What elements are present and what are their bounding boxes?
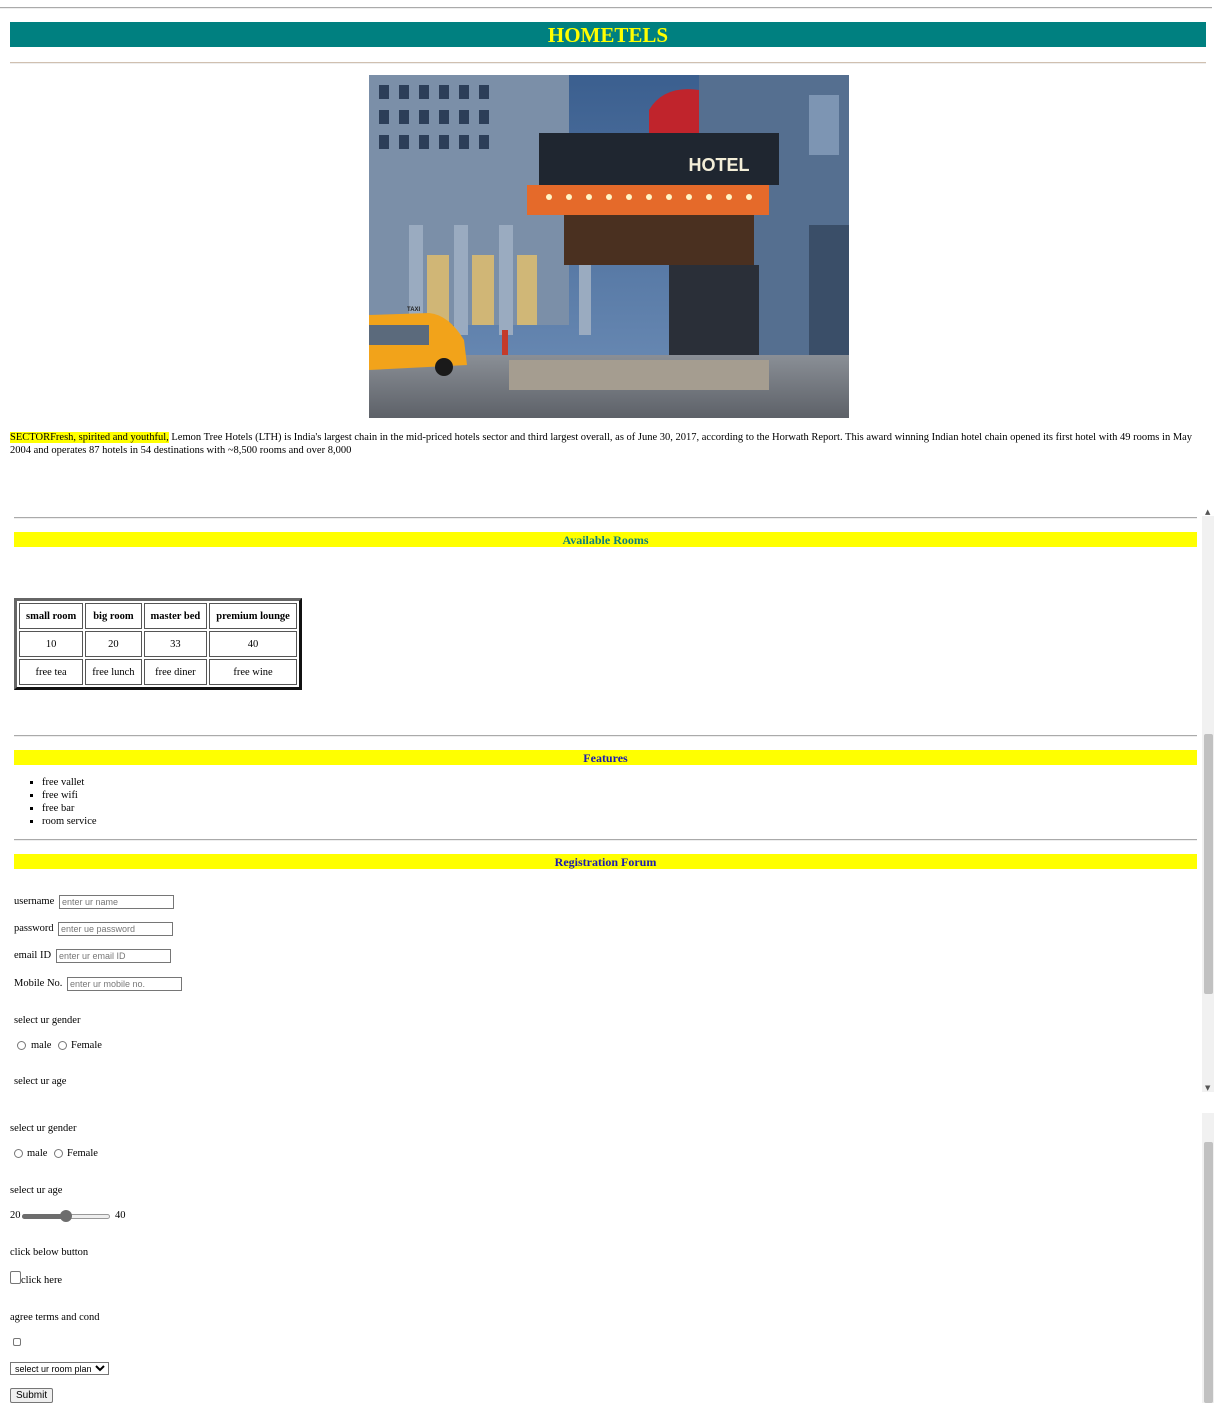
- table-row: small room big room master bed premium l…: [19, 603, 297, 629]
- frame-scrollbar-thumb[interactable]: [1204, 734, 1213, 994]
- male-radio-label: male: [27, 1148, 48, 1159]
- male-radio-label: male: [31, 1040, 52, 1051]
- hotel-photo: HOTEL TAXI: [369, 75, 849, 418]
- email-label: email ID: [14, 950, 52, 961]
- age-max-label: 40: [115, 1210, 126, 1221]
- scroll-up-icon[interactable]: ▲: [1205, 508, 1210, 516]
- content-frame[interactable]: Available Rooms small room big room mast…: [0, 508, 1216, 1096]
- table-header-cell: premium lounge: [209, 603, 297, 629]
- table-cell: free tea: [19, 659, 84, 685]
- list-item: free wifi: [42, 789, 97, 802]
- table-row: free tea free lunch free diner free wine: [19, 659, 297, 685]
- table-row: 10 20 33 40: [19, 631, 297, 657]
- mobile-input[interactable]: [67, 977, 182, 991]
- list-item: room service: [42, 815, 97, 828]
- mobile-label: Mobile No.: [14, 978, 63, 989]
- female-radio[interactable]: [54, 1149, 63, 1158]
- password-label: password: [14, 923, 54, 934]
- page-title: HOMETELS: [10, 22, 1206, 47]
- male-radio[interactable]: [17, 1041, 26, 1050]
- click-here-label: click here: [21, 1275, 63, 1286]
- table-cell: 33: [143, 631, 208, 657]
- age-min-label: 20: [10, 1210, 21, 1221]
- click-here-button[interactable]: [10, 1271, 21, 1284]
- slider-handle[interactable]: [60, 1210, 72, 1222]
- table-cell: free lunch: [85, 659, 142, 685]
- table-cell: free wine: [209, 659, 297, 685]
- scroll-down-icon[interactable]: ▼: [1205, 1084, 1210, 1092]
- username-input[interactable]: [59, 895, 174, 909]
- registration-heading: Registration Forum: [14, 854, 1197, 869]
- top-divider: [0, 7, 1212, 9]
- male-radio[interactable]: [14, 1149, 23, 1158]
- terms-checkbox[interactable]: [13, 1338, 21, 1346]
- terms-label: agree terms and cond: [10, 1312, 100, 1323]
- gender-label: select ur gender: [14, 1015, 81, 1026]
- button-prompt: click below button: [10, 1247, 89, 1258]
- rooms-heading: Available Rooms: [14, 532, 1197, 547]
- username-label: username: [14, 896, 55, 907]
- gender-label: select ur gender: [10, 1123, 77, 1134]
- table-header-cell: big room: [85, 603, 142, 629]
- table-cell: 40: [209, 631, 297, 657]
- room-plan-select[interactable]: select ur room plan: [10, 1362, 109, 1375]
- age-slider[interactable]: [22, 1210, 110, 1222]
- female-radio-label: Female: [71, 1040, 102, 1051]
- age-label: select ur age: [10, 1185, 63, 1196]
- features-divider: [14, 735, 1197, 737]
- email-input[interactable]: [56, 949, 171, 963]
- intro-highlight: SECTORFresh, spirited and youthful,: [10, 432, 169, 443]
- table-header-cell: small room: [19, 603, 84, 629]
- features-list: free vallet free wifi free bar room serv…: [14, 776, 97, 828]
- header-divider: [10, 62, 1206, 64]
- svg-text:TAXI: TAXI: [407, 307, 421, 313]
- rooms-divider: [14, 517, 1197, 519]
- submit-button[interactable]: Submit: [10, 1388, 54, 1403]
- list-item: free vallet: [42, 776, 97, 789]
- table-cell: free diner: [143, 659, 208, 685]
- features-heading: Features: [14, 750, 1197, 765]
- registration-divider: [14, 839, 1197, 841]
- rooms-table: small room big room master bed premium l…: [14, 598, 302, 690]
- table-header-cell: master bed: [143, 603, 208, 629]
- page-scrollbar-thumb[interactable]: [1204, 1142, 1213, 1403]
- table-cell: 20: [85, 631, 142, 657]
- female-radio[interactable]: [58, 1041, 67, 1050]
- hotel-sign: HOTEL: [689, 155, 750, 175]
- list-item: free bar: [42, 802, 97, 815]
- intro-text: Lemon Tree Hotels (LTH) is India's large…: [10, 432, 1193, 456]
- intro-paragraph: SECTORFresh, spirited and youthful, Lemo…: [10, 431, 1200, 457]
- age-label: select ur age: [14, 1076, 67, 1087]
- password-input[interactable]: [58, 922, 173, 936]
- table-cell: 10: [19, 631, 84, 657]
- female-radio-label: Female: [67, 1148, 98, 1159]
